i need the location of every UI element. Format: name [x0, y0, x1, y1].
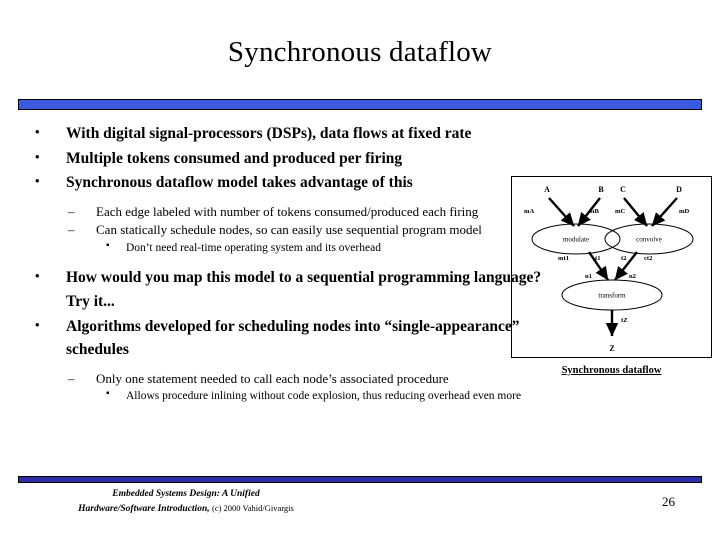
bullet-marker-level2: –	[68, 222, 75, 238]
graph-edge-a-modulate	[548, 197, 575, 227]
page-number: 26	[662, 494, 675, 509]
graph-edge-d-convolve	[651, 197, 678, 227]
bullet-text: Multiple tokens consumed and produced pe…	[66, 149, 403, 167]
graph-edge-label-tz: tZ	[621, 317, 628, 324]
bullet-marker-level2: –	[68, 370, 75, 386]
bullet-item-4: – Each edge labeled with number of token…	[26, 203, 546, 222]
graph-edge-label-ct2: ct2	[644, 255, 653, 262]
graph-edge-label-n2: n2	[629, 273, 637, 280]
graph-edge-label-n1: n1	[585, 273, 592, 280]
bullet-item-5: – Can statically schedule nodes, so can …	[26, 221, 546, 240]
bullet-marker-level1: •	[35, 124, 40, 139]
graph-source-b: B	[598, 185, 604, 194]
footer-divider-bar	[18, 476, 702, 483]
title-divider-bar	[18, 99, 702, 110]
bullet-item-8: • Algorithms developed for scheduling no…	[26, 315, 546, 362]
graph-node-label-modulate: modulate	[563, 236, 589, 244]
bullet-text: Only one statement needed to call each n…	[96, 370, 449, 386]
bullet-text: Algorithms developed for scheduling node…	[66, 317, 520, 359]
bullet-marker-level1: •	[35, 173, 40, 189]
graph-node-label-convolve: convolve	[636, 236, 662, 244]
footer-copyright: (c) 2000 Vahid/Givargis	[211, 502, 294, 513]
bullet-marker-level1: •	[35, 268, 40, 284]
bullet-marker-level2: –	[68, 203, 75, 219]
graph-edge-label-t2: t2	[621, 255, 627, 262]
bullet-item-6: ▪ Don’t need real-time operating system …	[26, 240, 546, 256]
graph-node-label-transform: transform	[598, 292, 626, 300]
footer-line-1: Embedded Systems Design: A Unified	[112, 489, 260, 499]
graph-edge-label-mb: mB	[589, 208, 599, 215]
bullet-item-9: – Only one statement needed to call each…	[26, 370, 546, 389]
bullet-item-2: • Multiple tokens consumed and produced …	[26, 147, 546, 171]
bullet-text: Allows procedure inlining without code e…	[126, 390, 522, 403]
dataflow-graph: A B C D mA mB mC mD modulate convolve mt…	[524, 185, 694, 353]
graph-source-a: A	[544, 185, 550, 194]
bullet-item-10: ▪ Allows procedure inlining without code…	[26, 388, 546, 404]
graph-edge-label-t1: t1	[595, 255, 601, 262]
graph-edge-label-mc: mC	[615, 208, 625, 215]
graph-sink-z: Z	[609, 344, 614, 353]
bullet-marker-level3: ▪	[106, 240, 110, 252]
bullet-text: Each edge labeled with number of tokens …	[96, 203, 479, 219]
graph-edge-label-md: mD	[679, 208, 689, 215]
bullet-text: Synchronous dataflow model takes advanta…	[66, 174, 413, 192]
bullet-list: • With digital signal-processors (DSPs),…	[26, 122, 546, 405]
bullet-text: With digital signal-processors (DSPs), d…	[66, 125, 472, 142]
bullet-text: Can statically schedule nodes, so can ea…	[96, 222, 482, 238]
bullet-item-3: • Synchronous dataflow model takes advan…	[26, 171, 546, 195]
graph-edge-label-ma: mA	[524, 208, 534, 215]
figure-caption: Synchronous dataflow	[561, 365, 662, 376]
footer-line-2: Hardware/Software Introduction, (c) 2000…	[36, 502, 336, 517]
graph-source-c: C	[620, 185, 626, 194]
bullet-text: Don’t need real-time operating system an…	[126, 242, 381, 255]
page-title: Synchronous dataflow	[227, 36, 493, 68]
slide: Synchronous dataflow • With digital sign…	[0, 0, 720, 540]
bullet-marker-level3: ▪	[106, 388, 110, 400]
bullet-marker-level1: •	[35, 148, 40, 164]
bullet-marker-level1: •	[35, 316, 40, 332]
footer-line-2-title: Hardware/Software Introduction,	[78, 503, 210, 514]
graph-edge-label-mt1: mt1	[558, 255, 569, 262]
graph-edge-c-convolve	[623, 197, 648, 227]
bullet-item-7: • How would you map this model to a sequ…	[26, 266, 546, 313]
bullet-item-1: • With digital signal-processors (DSPs),…	[26, 122, 546, 146]
bullet-text: How would you map this model to a sequen…	[66, 269, 542, 310]
footer: Embedded Systems Design: A Unified Hardw…	[36, 488, 336, 517]
graph-source-d: D	[676, 185, 682, 194]
